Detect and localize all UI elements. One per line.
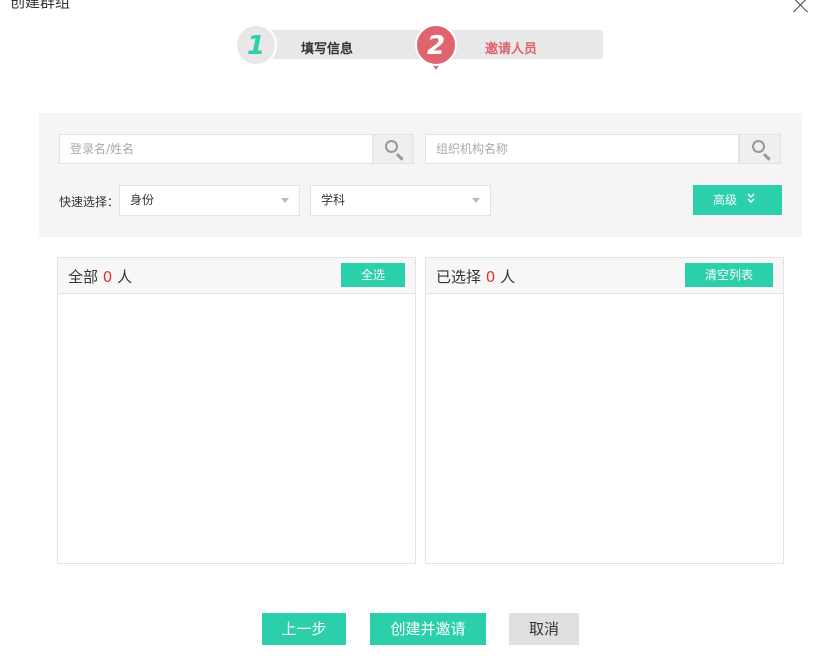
search-icon: [385, 140, 398, 153]
all-users-panel: 全部 0 人 全选: [57, 257, 416, 564]
advanced-label: 高级: [713, 193, 738, 207]
filter-panel: [39, 113, 802, 237]
previous-step-button[interactable]: 上一步: [262, 613, 346, 645]
quick-select-label: 快速选择：: [59, 195, 120, 209]
step-2-label: 邀请人员: [485, 42, 538, 57]
cancel-button[interactable]: 取消: [509, 613, 579, 645]
all-users-unit: 人: [117, 268, 133, 286]
step-2-number: 2: [415, 24, 457, 66]
all-users-count: 0: [102, 268, 113, 286]
name-search-button[interactable]: [372, 134, 414, 164]
name-search-input[interactable]: 登录名/姓名: [59, 134, 373, 164]
all-users-count-text: 全部 0 人: [68, 266, 132, 287]
identity-select[interactable]: 身份: [119, 185, 300, 216]
step-1-number: 1: [235, 24, 277, 66]
chevron-down-icon: [472, 198, 480, 203]
identity-select-value: 身份: [130, 193, 155, 207]
select-all-button[interactable]: 全选: [341, 263, 405, 287]
step-1-label: 填写信息: [301, 42, 354, 57]
all-users-label: 全部: [68, 268, 99, 286]
org-search-button[interactable]: [739, 134, 781, 164]
clear-list-button[interactable]: 清空列表: [685, 263, 773, 287]
subject-select-value: 学科: [321, 193, 346, 207]
all-users-header: 全部 0 人 全选: [58, 258, 415, 294]
org-search-input[interactable]: 组织机构名称: [425, 134, 739, 164]
selected-users-panel: 已选择 0 人 清空列表: [425, 257, 784, 564]
selected-users-count-text: 已选择 0 人: [436, 266, 515, 287]
subject-select[interactable]: 学科: [310, 185, 491, 216]
create-and-invite-button[interactable]: 创建并邀请: [370, 613, 486, 645]
advanced-button[interactable]: 高级: [693, 185, 782, 215]
selected-users-header: 已选择 0 人 清空列表: [426, 258, 783, 294]
dialog-title: 创建群组: [10, 0, 71, 11]
chevron-down-icon: [747, 193, 755, 203]
close-icon[interactable]: [791, 0, 811, 16]
chevron-down-icon: [281, 198, 289, 203]
selected-users-label: 已选择: [436, 268, 482, 286]
selected-users-count: 0: [485, 268, 496, 286]
search-icon: [752, 140, 765, 153]
selected-users-unit: 人: [500, 268, 516, 286]
